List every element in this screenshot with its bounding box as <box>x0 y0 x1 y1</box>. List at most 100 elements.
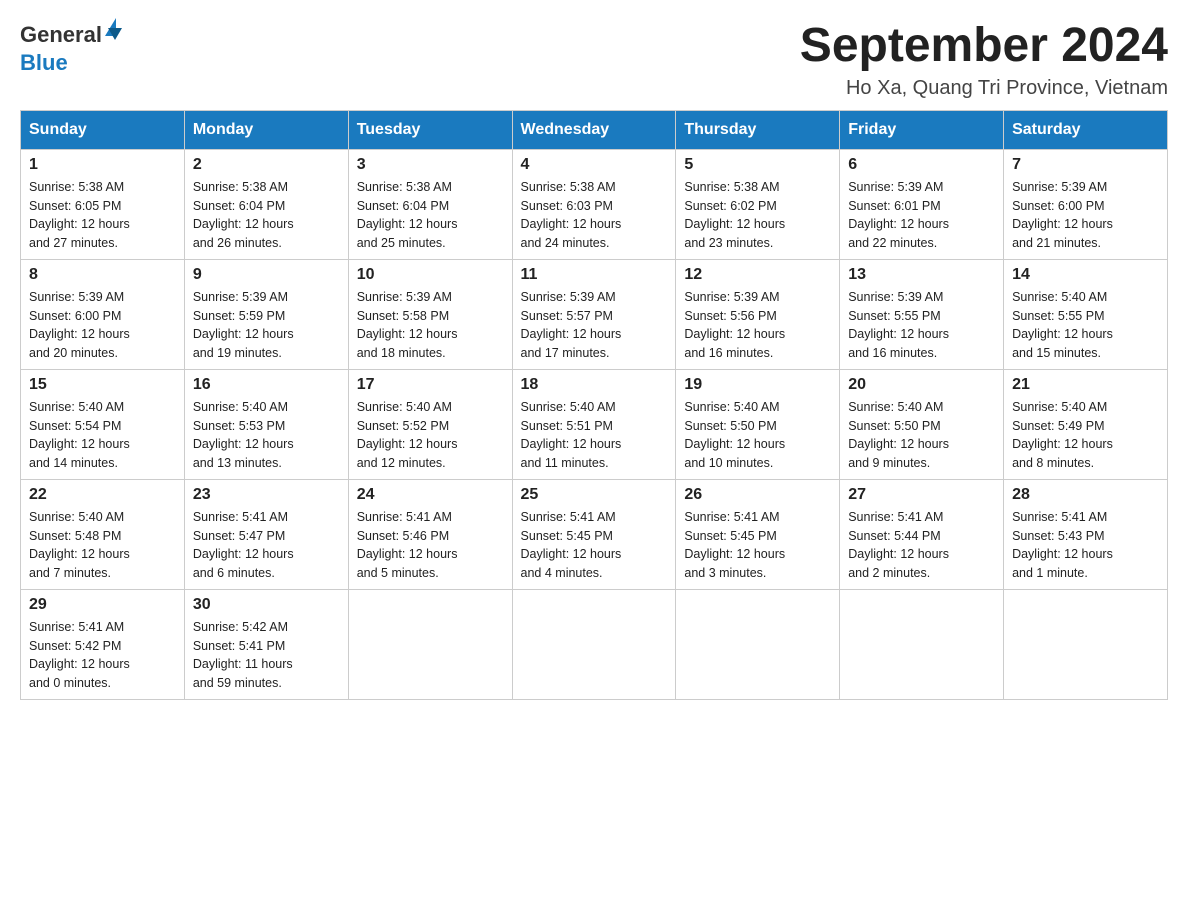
calendar-header: SundayMondayTuesdayWednesdayThursdayFrid… <box>21 110 1168 149</box>
logo-text-blue: Blue <box>20 50 68 75</box>
calendar-cell <box>676 589 840 699</box>
day-info: Sunrise: 5:41 AMSunset: 5:46 PMDaylight:… <box>357 508 504 583</box>
logo-icon <box>104 18 118 48</box>
calendar-cell: 13 Sunrise: 5:39 AMSunset: 5:55 PMDaylig… <box>840 259 1004 369</box>
calendar-week-4: 22 Sunrise: 5:40 AMSunset: 5:48 PMDaylig… <box>21 479 1168 589</box>
calendar-cell <box>840 589 1004 699</box>
day-number: 22 <box>29 486 176 504</box>
calendar-cell: 23 Sunrise: 5:41 AMSunset: 5:47 PMDaylig… <box>184 479 348 589</box>
day-number: 26 <box>684 486 831 504</box>
calendar-cell: 19 Sunrise: 5:40 AMSunset: 5:50 PMDaylig… <box>676 369 840 479</box>
day-info: Sunrise: 5:41 AMSunset: 5:42 PMDaylight:… <box>29 618 176 693</box>
calendar-cell: 5 Sunrise: 5:38 AMSunset: 6:02 PMDayligh… <box>676 149 840 259</box>
calendar-cell: 10 Sunrise: 5:39 AMSunset: 5:58 PMDaylig… <box>348 259 512 369</box>
day-number: 7 <box>1012 156 1159 174</box>
calendar-cell: 17 Sunrise: 5:40 AMSunset: 5:52 PMDaylig… <box>348 369 512 479</box>
day-info: Sunrise: 5:39 AMSunset: 5:59 PMDaylight:… <box>193 288 340 363</box>
day-info: Sunrise: 5:41 AMSunset: 5:47 PMDaylight:… <box>193 508 340 583</box>
calendar-body: 1 Sunrise: 5:38 AMSunset: 6:05 PMDayligh… <box>21 149 1168 699</box>
day-number: 25 <box>521 486 668 504</box>
day-number: 17 <box>357 376 504 394</box>
day-info: Sunrise: 5:38 AMSunset: 6:04 PMDaylight:… <box>193 178 340 253</box>
day-number: 13 <box>848 266 995 284</box>
day-info: Sunrise: 5:38 AMSunset: 6:04 PMDaylight:… <box>357 178 504 253</box>
calendar-cell: 25 Sunrise: 5:41 AMSunset: 5:45 PMDaylig… <box>512 479 676 589</box>
weekday-header-row: SundayMondayTuesdayWednesdayThursdayFrid… <box>21 110 1168 149</box>
day-info: Sunrise: 5:41 AMSunset: 5:45 PMDaylight:… <box>684 508 831 583</box>
calendar-cell: 20 Sunrise: 5:40 AMSunset: 5:50 PMDaylig… <box>840 369 1004 479</box>
calendar-cell: 27 Sunrise: 5:41 AMSunset: 5:44 PMDaylig… <box>840 479 1004 589</box>
calendar-week-1: 1 Sunrise: 5:38 AMSunset: 6:05 PMDayligh… <box>21 149 1168 259</box>
calendar-cell: 26 Sunrise: 5:41 AMSunset: 5:45 PMDaylig… <box>676 479 840 589</box>
day-info: Sunrise: 5:40 AMSunset: 5:55 PMDaylight:… <box>1012 288 1159 363</box>
day-number: 19 <box>684 376 831 394</box>
day-number: 10 <box>357 266 504 284</box>
day-info: Sunrise: 5:39 AMSunset: 5:58 PMDaylight:… <box>357 288 504 363</box>
weekday-header-friday: Friday <box>840 110 1004 149</box>
calendar-subtitle: Ho Xa, Quang Tri Province, Vietnam <box>800 77 1168 100</box>
day-number: 3 <box>357 156 504 174</box>
day-number: 28 <box>1012 486 1159 504</box>
calendar-cell: 21 Sunrise: 5:40 AMSunset: 5:49 PMDaylig… <box>1004 369 1168 479</box>
day-number: 20 <box>848 376 995 394</box>
calendar-cell: 6 Sunrise: 5:39 AMSunset: 6:01 PMDayligh… <box>840 149 1004 259</box>
day-number: 14 <box>1012 266 1159 284</box>
weekday-header-wednesday: Wednesday <box>512 110 676 149</box>
calendar-cell <box>1004 589 1168 699</box>
day-number: 11 <box>521 266 668 284</box>
calendar-cell: 9 Sunrise: 5:39 AMSunset: 5:59 PMDayligh… <box>184 259 348 369</box>
day-info: Sunrise: 5:39 AMSunset: 6:01 PMDaylight:… <box>848 178 995 253</box>
day-info: Sunrise: 5:39 AMSunset: 5:56 PMDaylight:… <box>684 288 831 363</box>
calendar-cell <box>512 589 676 699</box>
calendar-cell: 15 Sunrise: 5:40 AMSunset: 5:54 PMDaylig… <box>21 369 185 479</box>
calendar-cell: 2 Sunrise: 5:38 AMSunset: 6:04 PMDayligh… <box>184 149 348 259</box>
calendar-cell: 28 Sunrise: 5:41 AMSunset: 5:43 PMDaylig… <box>1004 479 1168 589</box>
day-number: 27 <box>848 486 995 504</box>
page-header: General Blue September 2024 Ho Xa, Quang… <box>20 20 1168 100</box>
logo: General Blue <box>20 20 118 76</box>
day-info: Sunrise: 5:41 AMSunset: 5:45 PMDaylight:… <box>521 508 668 583</box>
day-number: 21 <box>1012 376 1159 394</box>
weekday-header-monday: Monday <box>184 110 348 149</box>
calendar-week-5: 29 Sunrise: 5:41 AMSunset: 5:42 PMDaylig… <box>21 589 1168 699</box>
day-info: Sunrise: 5:39 AMSunset: 6:00 PMDaylight:… <box>29 288 176 363</box>
day-info: Sunrise: 5:40 AMSunset: 5:52 PMDaylight:… <box>357 398 504 473</box>
day-number: 5 <box>684 156 831 174</box>
day-info: Sunrise: 5:39 AMSunset: 5:57 PMDaylight:… <box>521 288 668 363</box>
calendar-cell: 30 Sunrise: 5:42 AMSunset: 5:41 PMDaylig… <box>184 589 348 699</box>
title-section: September 2024 Ho Xa, Quang Tri Province… <box>800 20 1168 100</box>
day-number: 9 <box>193 266 340 284</box>
calendar-cell: 14 Sunrise: 5:40 AMSunset: 5:55 PMDaylig… <box>1004 259 1168 369</box>
weekday-header-sunday: Sunday <box>21 110 185 149</box>
day-info: Sunrise: 5:39 AMSunset: 5:55 PMDaylight:… <box>848 288 995 363</box>
calendar-cell: 22 Sunrise: 5:40 AMSunset: 5:48 PMDaylig… <box>21 479 185 589</box>
day-number: 1 <box>29 156 176 174</box>
day-info: Sunrise: 5:40 AMSunset: 5:54 PMDaylight:… <box>29 398 176 473</box>
day-info: Sunrise: 5:40 AMSunset: 5:50 PMDaylight:… <box>684 398 831 473</box>
weekday-header-saturday: Saturday <box>1004 110 1168 149</box>
day-number: 29 <box>29 596 176 614</box>
day-info: Sunrise: 5:40 AMSunset: 5:53 PMDaylight:… <box>193 398 340 473</box>
day-info: Sunrise: 5:40 AMSunset: 5:51 PMDaylight:… <box>521 398 668 473</box>
calendar-cell: 18 Sunrise: 5:40 AMSunset: 5:51 PMDaylig… <box>512 369 676 479</box>
day-info: Sunrise: 5:38 AMSunset: 6:03 PMDaylight:… <box>521 178 668 253</box>
day-info: Sunrise: 5:42 AMSunset: 5:41 PMDaylight:… <box>193 618 340 693</box>
weekday-header-tuesday: Tuesday <box>348 110 512 149</box>
day-number: 2 <box>193 156 340 174</box>
logo-text-general: General <box>20 22 102 48</box>
day-number: 24 <box>357 486 504 504</box>
weekday-header-thursday: Thursday <box>676 110 840 149</box>
day-number: 8 <box>29 266 176 284</box>
day-info: Sunrise: 5:38 AMSunset: 6:02 PMDaylight:… <box>684 178 831 253</box>
calendar-cell: 24 Sunrise: 5:41 AMSunset: 5:46 PMDaylig… <box>348 479 512 589</box>
calendar-cell: 7 Sunrise: 5:39 AMSunset: 6:00 PMDayligh… <box>1004 149 1168 259</box>
calendar-cell: 1 Sunrise: 5:38 AMSunset: 6:05 PMDayligh… <box>21 149 185 259</box>
day-number: 12 <box>684 266 831 284</box>
day-number: 6 <box>848 156 995 174</box>
day-info: Sunrise: 5:41 AMSunset: 5:43 PMDaylight:… <box>1012 508 1159 583</box>
calendar-cell: 3 Sunrise: 5:38 AMSunset: 6:04 PMDayligh… <box>348 149 512 259</box>
calendar-cell: 8 Sunrise: 5:39 AMSunset: 6:00 PMDayligh… <box>21 259 185 369</box>
day-number: 23 <box>193 486 340 504</box>
calendar-cell: 11 Sunrise: 5:39 AMSunset: 5:57 PMDaylig… <box>512 259 676 369</box>
calendar-table: SundayMondayTuesdayWednesdayThursdayFrid… <box>20 110 1168 700</box>
